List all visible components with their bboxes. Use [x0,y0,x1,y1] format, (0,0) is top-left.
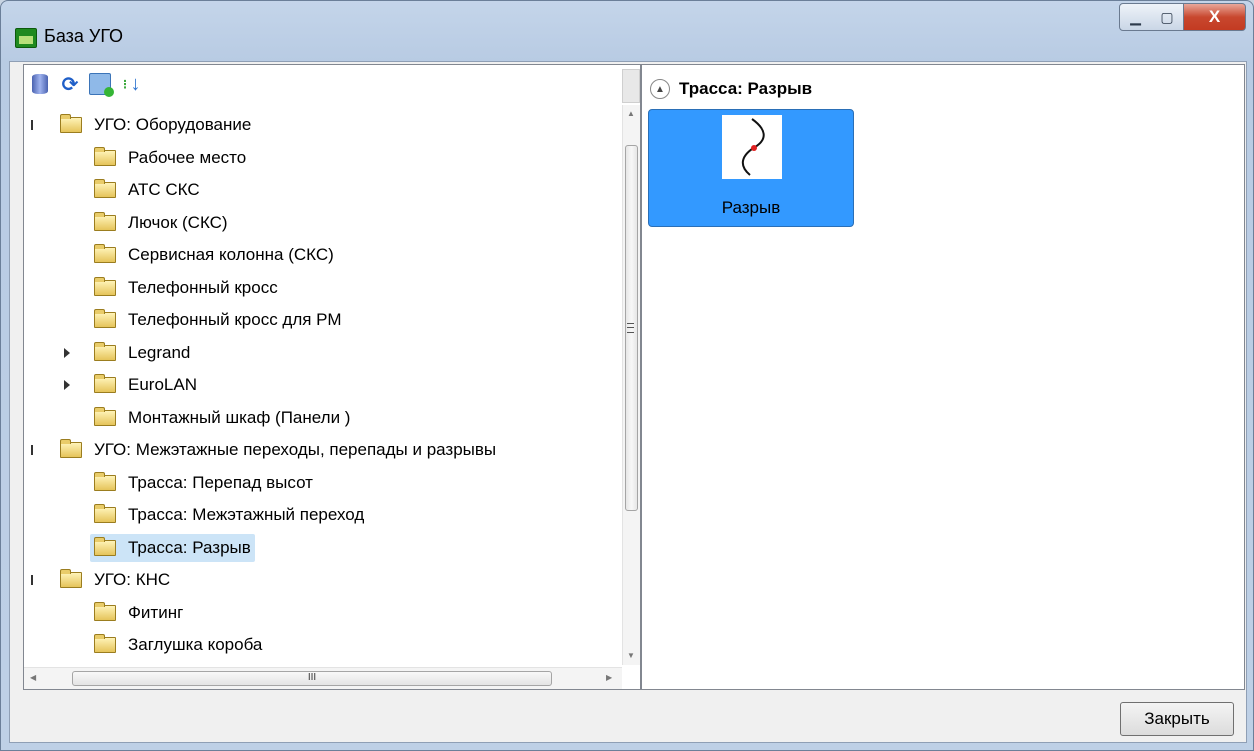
collapse-group-icon[interactable]: ▲ [650,79,670,99]
folder-icon [94,277,116,296]
tree-item-label: Трасса: Перепад высот [128,473,313,492]
tree-item-label: Заглушка короба [128,635,263,654]
tree-item[interactable]: Рабочее место [90,144,250,172]
folder-icon [94,212,116,231]
sort-icon[interactable]: ⋮ ↓ [118,72,142,96]
tree-item-label: Legrand [128,343,191,362]
toolbar-overflow-button[interactable] [622,69,640,103]
tree-item-label: Сервисная колонна (СКС) [128,245,334,264]
close-button-label: Закрыть [1144,709,1210,728]
folder-icon [94,602,116,621]
symbol-tile-label: Разрыв [721,198,781,217]
preview-group-title: Трасса: Разрыв [679,79,813,98]
tree-item[interactable]: УГО: Межэтажные переходы, перепады и раз… [31,436,500,464]
scroll-up-icon[interactable]: ▲ [627,109,635,118]
tree-item[interactable]: УГО: КНС [31,566,174,594]
app-icon [15,28,37,48]
dialog-body: ⟳ ⋮ ↓ УГО: Оборудование Рабочее место АТС С… [9,61,1247,743]
folder-icon [94,244,116,263]
tree-item-label: Лючок (СКС) [128,213,228,232]
expand-arrow-icon[interactable] [64,380,70,390]
close-button[interactable]: Закрыть [1120,702,1234,736]
tree-item-label: Трасса: Разрыв [128,538,251,557]
grid-settings-icon[interactable] [88,72,114,97]
tree-item-label: Рабочее место [128,148,247,167]
expand-arrow-icon[interactable] [64,348,70,358]
tree-item-selected[interactable]: Трасса: Разрыв [90,534,255,562]
close-window-button[interactable]: X [1184,3,1246,31]
folder-icon [94,407,116,426]
minimize-icon: ▁ [1130,8,1141,25]
minimize-button[interactable]: ▁ [1119,3,1152,31]
tree-item-label: Телефонный кросс [128,278,278,297]
tree-item-label: УГО: Межэтажные переходы, перепады и раз… [94,440,497,459]
tree-item[interactable]: Заглушка короба [90,631,266,659]
tree-item-label: АТС СКС [128,180,200,199]
folder-icon [94,179,116,198]
preview-panel: ▲ Трасса: Разрыв Разрыв [641,64,1245,690]
tree-item[interactable]: Фитинг [90,599,187,627]
scroll-left-icon[interactable]: ◀ [30,673,36,682]
tree-toolbar: ⟳ ⋮ ↓ [28,69,142,99]
title-bar[interactable]: База УГО ▁ ▢ X [1,1,1253,63]
tree-item-label: Монтажный шкаф (Панели ) [128,408,351,427]
tree-item[interactable]: АТС СКС [90,176,204,204]
tree-item-label: Телефонный кросс для РМ [128,310,342,329]
tree-item-label: EuroLAN [128,375,197,394]
tree-item[interactable]: Телефонный кросс для РМ [90,306,346,334]
horizontal-scroll-thumb[interactable]: III [72,671,552,686]
symbol-tile[interactable]: Разрыв [648,109,854,227]
scroll-grip-icon [627,323,634,333]
folder-icon [94,537,116,556]
maximize-button[interactable]: ▢ [1151,3,1184,31]
break-symbol-icon [722,115,782,179]
expanded-node-icon[interactable] [31,120,33,130]
tree-item[interactable]: УГО: Оборудование [31,111,255,139]
app-window: База УГО ▁ ▢ X ⟳ ⋮ ↓ УГО: Оборудование Раб… [0,0,1254,751]
folder-icon [60,439,82,458]
tree-panel: ⟳ ⋮ ↓ УГО: Оборудование Рабочее место АТС С… [23,64,641,690]
folder-icon [94,342,116,361]
tree-item[interactable]: Сервисная колонна (СКС) [90,241,338,269]
tree-item[interactable]: Лючок (СКС) [90,209,232,237]
preview-group-header[interactable]: ▲ Трасса: Разрыв [650,79,812,99]
vertical-scrollbar[interactable]: ▲ ▼ [622,105,640,665]
expanded-node-icon[interactable] [31,445,33,455]
close-icon: X [1208,7,1221,26]
folder-icon [94,504,116,523]
folder-icon [94,374,116,393]
tree-item[interactable]: EuroLAN [64,371,201,399]
horizontal-scrollbar[interactable]: ◀ III ▶ [24,667,622,689]
expanded-node-icon[interactable] [31,575,33,585]
folder-icon [94,147,116,166]
folder-icon [60,114,82,133]
scroll-down-icon[interactable]: ▼ [627,651,635,660]
folder-icon [60,569,82,588]
scroll-thumb-grip: III [307,672,317,683]
tree-item-label: Трасса: Межэтажный переход [128,505,365,524]
tree-item-label: УГО: Оборудование [94,115,252,134]
database-icon[interactable] [28,72,52,96]
tree-item-label: Фитинг [128,603,184,622]
tree-item[interactable]: Трасса: Перепад высот [90,469,317,497]
window-title: База УГО [44,26,124,46]
folder-icon [94,309,116,328]
tree-item[interactable]: Телефонный кросс [90,274,282,302]
tree-item[interactable]: Трасса: Межэтажный переход [90,501,368,529]
refresh-icon[interactable]: ⟳ [58,72,82,96]
tree-item[interactable]: Монтажный шкаф (Панели ) [90,404,354,432]
scroll-right-icon[interactable]: ▶ [606,673,612,682]
folder-icon [94,472,116,491]
tree-item[interactable]: Legrand [64,339,194,367]
folder-icon [94,634,116,653]
maximize-icon: ▢ [1160,8,1174,25]
tree-item-label: УГО: КНС [94,570,171,589]
